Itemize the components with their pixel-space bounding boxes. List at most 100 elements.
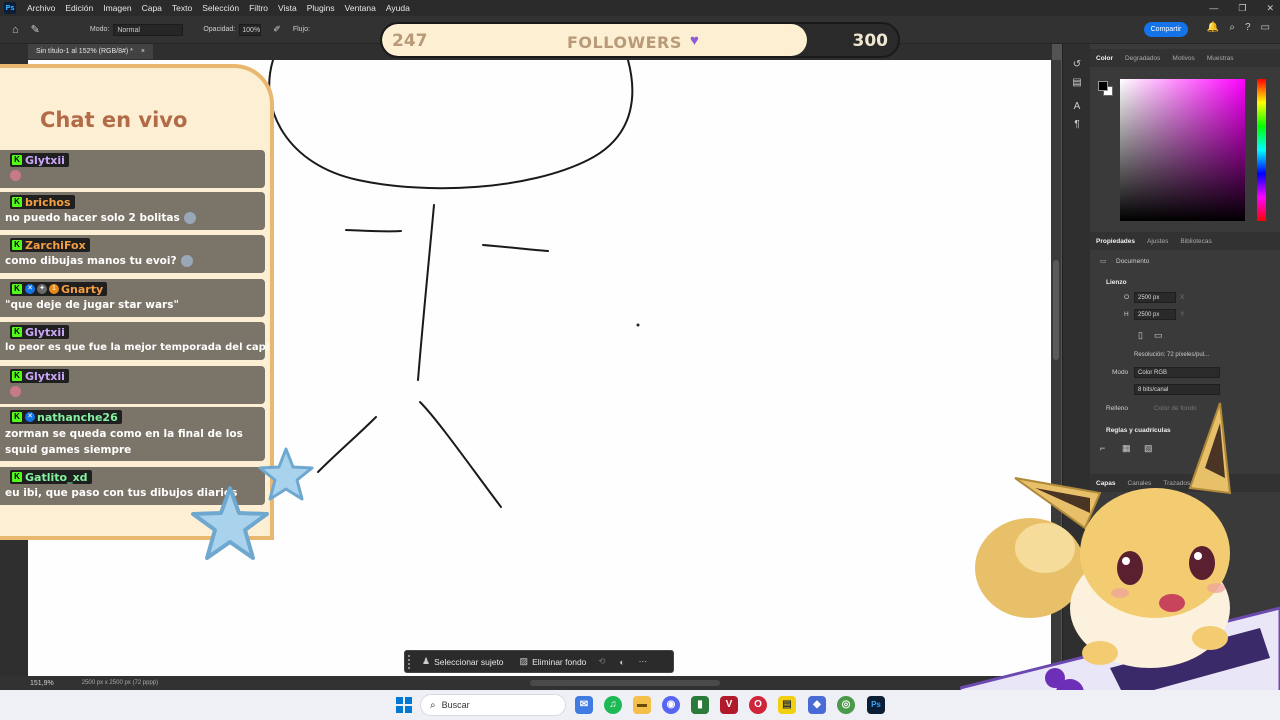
scroll-thumb[interactable]	[1053, 260, 1059, 360]
chat-message: K ZarchiFox como dibujas manos tu evoi?	[0, 235, 265, 273]
portrait-icon[interactable]: ▯	[1138, 330, 1143, 341]
menu-imagen[interactable]: Imagen	[98, 0, 136, 16]
share-button[interactable]: Compartir	[1144, 22, 1188, 37]
tab-color[interactable]: Color	[1090, 55, 1119, 62]
comment-icon[interactable]: ▤	[1063, 74, 1091, 92]
mode-select[interactable]: Normal	[113, 23, 184, 36]
menu-edicion[interactable]: Edición	[60, 0, 98, 16]
document-tab[interactable]: Sin título-1 al 152% (RGB/8#) * ×	[28, 44, 153, 59]
maximize-icon[interactable]: ❐	[1238, 0, 1246, 16]
menu-seleccion[interactable]: Selección	[197, 0, 244, 16]
followers-goal-bar: 247 FOLLOWERS ♥ 300	[380, 22, 900, 58]
opera-icon[interactable]: O	[749, 696, 767, 714]
notes-app-icon[interactable]: ▤	[778, 696, 796, 714]
chat-username: ZarchiFox	[25, 238, 86, 252]
menu-ventana[interactable]: Ventana	[340, 0, 381, 16]
discord-icon[interactable]: ◉	[662, 696, 680, 714]
tab-swatches[interactable]: Muestras	[1201, 55, 1240, 62]
foreground-color-swatch[interactable]	[1098, 81, 1108, 91]
document-size: 2500 px x 2500 px (72 pppp)	[81, 680, 159, 686]
chat-username: Glytxii	[25, 325, 65, 339]
character-icon[interactable]: A	[1063, 98, 1091, 116]
canvas-section-header[interactable]: Lienzo	[1106, 279, 1127, 286]
menu-texto[interactable]: Texto	[167, 0, 197, 16]
image-icon: ▨	[519, 656, 529, 666]
width-input[interactable]: 2500 px	[1134, 292, 1176, 303]
photoshop-taskbar-icon[interactable]: Ps	[867, 696, 885, 714]
chat-username: Glytxii	[25, 369, 65, 383]
menu-archivo[interactable]: Archivo	[22, 0, 60, 16]
canvas-horizontal-scrollbar[interactable]	[530, 680, 720, 686]
chat-user-badge: K ✕ nathanche26	[10, 410, 122, 424]
mail-app-icon[interactable]: ✉	[575, 696, 593, 714]
chrome-icon[interactable]: ◎	[837, 696, 855, 714]
transform-icon[interactable]: ⟲	[598, 656, 605, 667]
kick-icon: K	[12, 371, 22, 381]
chat-username: Gatlito_xd	[25, 470, 88, 484]
chat-username: nathanche26	[37, 410, 118, 424]
stroke-right-leg	[419, 401, 502, 508]
close-tab-icon[interactable]: ×	[141, 48, 145, 55]
search-icon[interactable]: ⌕	[1229, 22, 1235, 33]
properties-panel-tabs: Propiedades Ajustes Bibliotecas	[1090, 232, 1280, 250]
minimize-icon[interactable]: —	[1209, 0, 1218, 16]
badge-icon: ✦	[37, 284, 47, 294]
kick-icon: K	[12, 412, 22, 422]
mode-label: Modo:	[89, 26, 110, 33]
select-subject-button[interactable]: ♟ Seleccionar sujeto	[414, 656, 512, 667]
menu-vista[interactable]: Vista	[273, 0, 302, 16]
home-icon[interactable]: ⌂	[12, 24, 19, 36]
chat-text-content: no puedo hacer solo 2 bolitas	[5, 212, 180, 224]
more-options-icon[interactable]: ⋯	[639, 656, 648, 667]
select-subject-label: Seleccionar sujeto	[434, 656, 504, 667]
tab-adjustments[interactable]: Ajustes	[1141, 238, 1174, 245]
valorant-icon[interactable]: V	[720, 696, 738, 714]
workspace-icon[interactable]: ▭	[1261, 22, 1270, 33]
stroke-right-arm	[482, 244, 549, 252]
landscape-icon[interactable]: ▭	[1154, 330, 1163, 341]
windows-start-icon[interactable]	[396, 697, 412, 713]
remove-background-button[interactable]: ▨ Eliminar fondo	[512, 656, 595, 667]
taskbar-search-box[interactable]: ⌕ Buscar	[420, 694, 566, 716]
menu-ayuda[interactable]: Ayuda	[381, 0, 415, 16]
brush-tool-icon[interactable]: ✎	[31, 23, 40, 36]
chat-cut-message	[0, 136, 265, 142]
menu-filtro[interactable]: Filtro	[244, 0, 273, 16]
app-icon[interactable]: ▮	[691, 696, 709, 714]
tab-patterns[interactable]: Motivos	[1166, 55, 1200, 62]
app-icon[interactable]: ◆	[808, 696, 826, 714]
zoom-level[interactable]: 151,9%	[30, 680, 54, 687]
paragraph-icon[interactable]: ¶	[1063, 116, 1091, 134]
kick-icon: K	[12, 327, 22, 337]
hue-slider[interactable]	[1257, 79, 1266, 221]
close-icon[interactable]: ✕	[1266, 0, 1274, 16]
file-explorer-icon[interactable]: ▬	[633, 696, 651, 714]
chat-user-badge: K Glytxii	[10, 153, 69, 167]
history-icon[interactable]: ↺	[1063, 56, 1091, 74]
tab-gradients[interactable]: Degradados	[1119, 55, 1166, 62]
color-mode-select[interactable]: Color RGB	[1134, 367, 1220, 378]
bit-depth-select[interactable]: 8 bits/canal	[1134, 384, 1220, 395]
menu-capa[interactable]: Capa	[137, 0, 167, 16]
color-picker-field[interactable]	[1120, 79, 1245, 221]
chat-text: "que deje de jugar star wars"	[5, 299, 179, 311]
tab-properties[interactable]: Propiedades	[1090, 238, 1141, 245]
spotify-icon[interactable]: ♫	[604, 696, 622, 714]
status-bar: 151,9% 2500 px x 2500 px (72 pppp)	[0, 676, 1062, 690]
help-icon[interactable]: ?	[1245, 22, 1251, 33]
chat-username: Gnarty	[61, 282, 104, 296]
bell-icon[interactable]: 🔔	[1207, 22, 1219, 33]
remove-background-label: Eliminar fondo	[532, 656, 587, 667]
pressure-icon[interactable]: ✐	[273, 24, 281, 35]
photoshop-logo-icon: Ps	[4, 2, 16, 14]
chat-user-badge: K Glytxii	[10, 325, 69, 339]
chat-username: Glytxii	[25, 153, 65, 167]
tab-libraries[interactable]: Bibliotecas	[1174, 238, 1217, 245]
opacity-input[interactable]: 100%	[239, 23, 262, 36]
height-input[interactable]: 2500 px	[1134, 309, 1176, 320]
options-right-icons: 🔔 ⌕ ? ▭	[1207, 22, 1270, 33]
live-chat-overlay: Chat en vivo K Glytxii Kbrichos no puedo …	[0, 64, 274, 540]
mask-icon[interactable]: ◐	[620, 657, 625, 667]
menu-plugins[interactable]: Plugins	[302, 0, 340, 16]
taskbar-search-placeholder: Buscar	[441, 700, 470, 710]
